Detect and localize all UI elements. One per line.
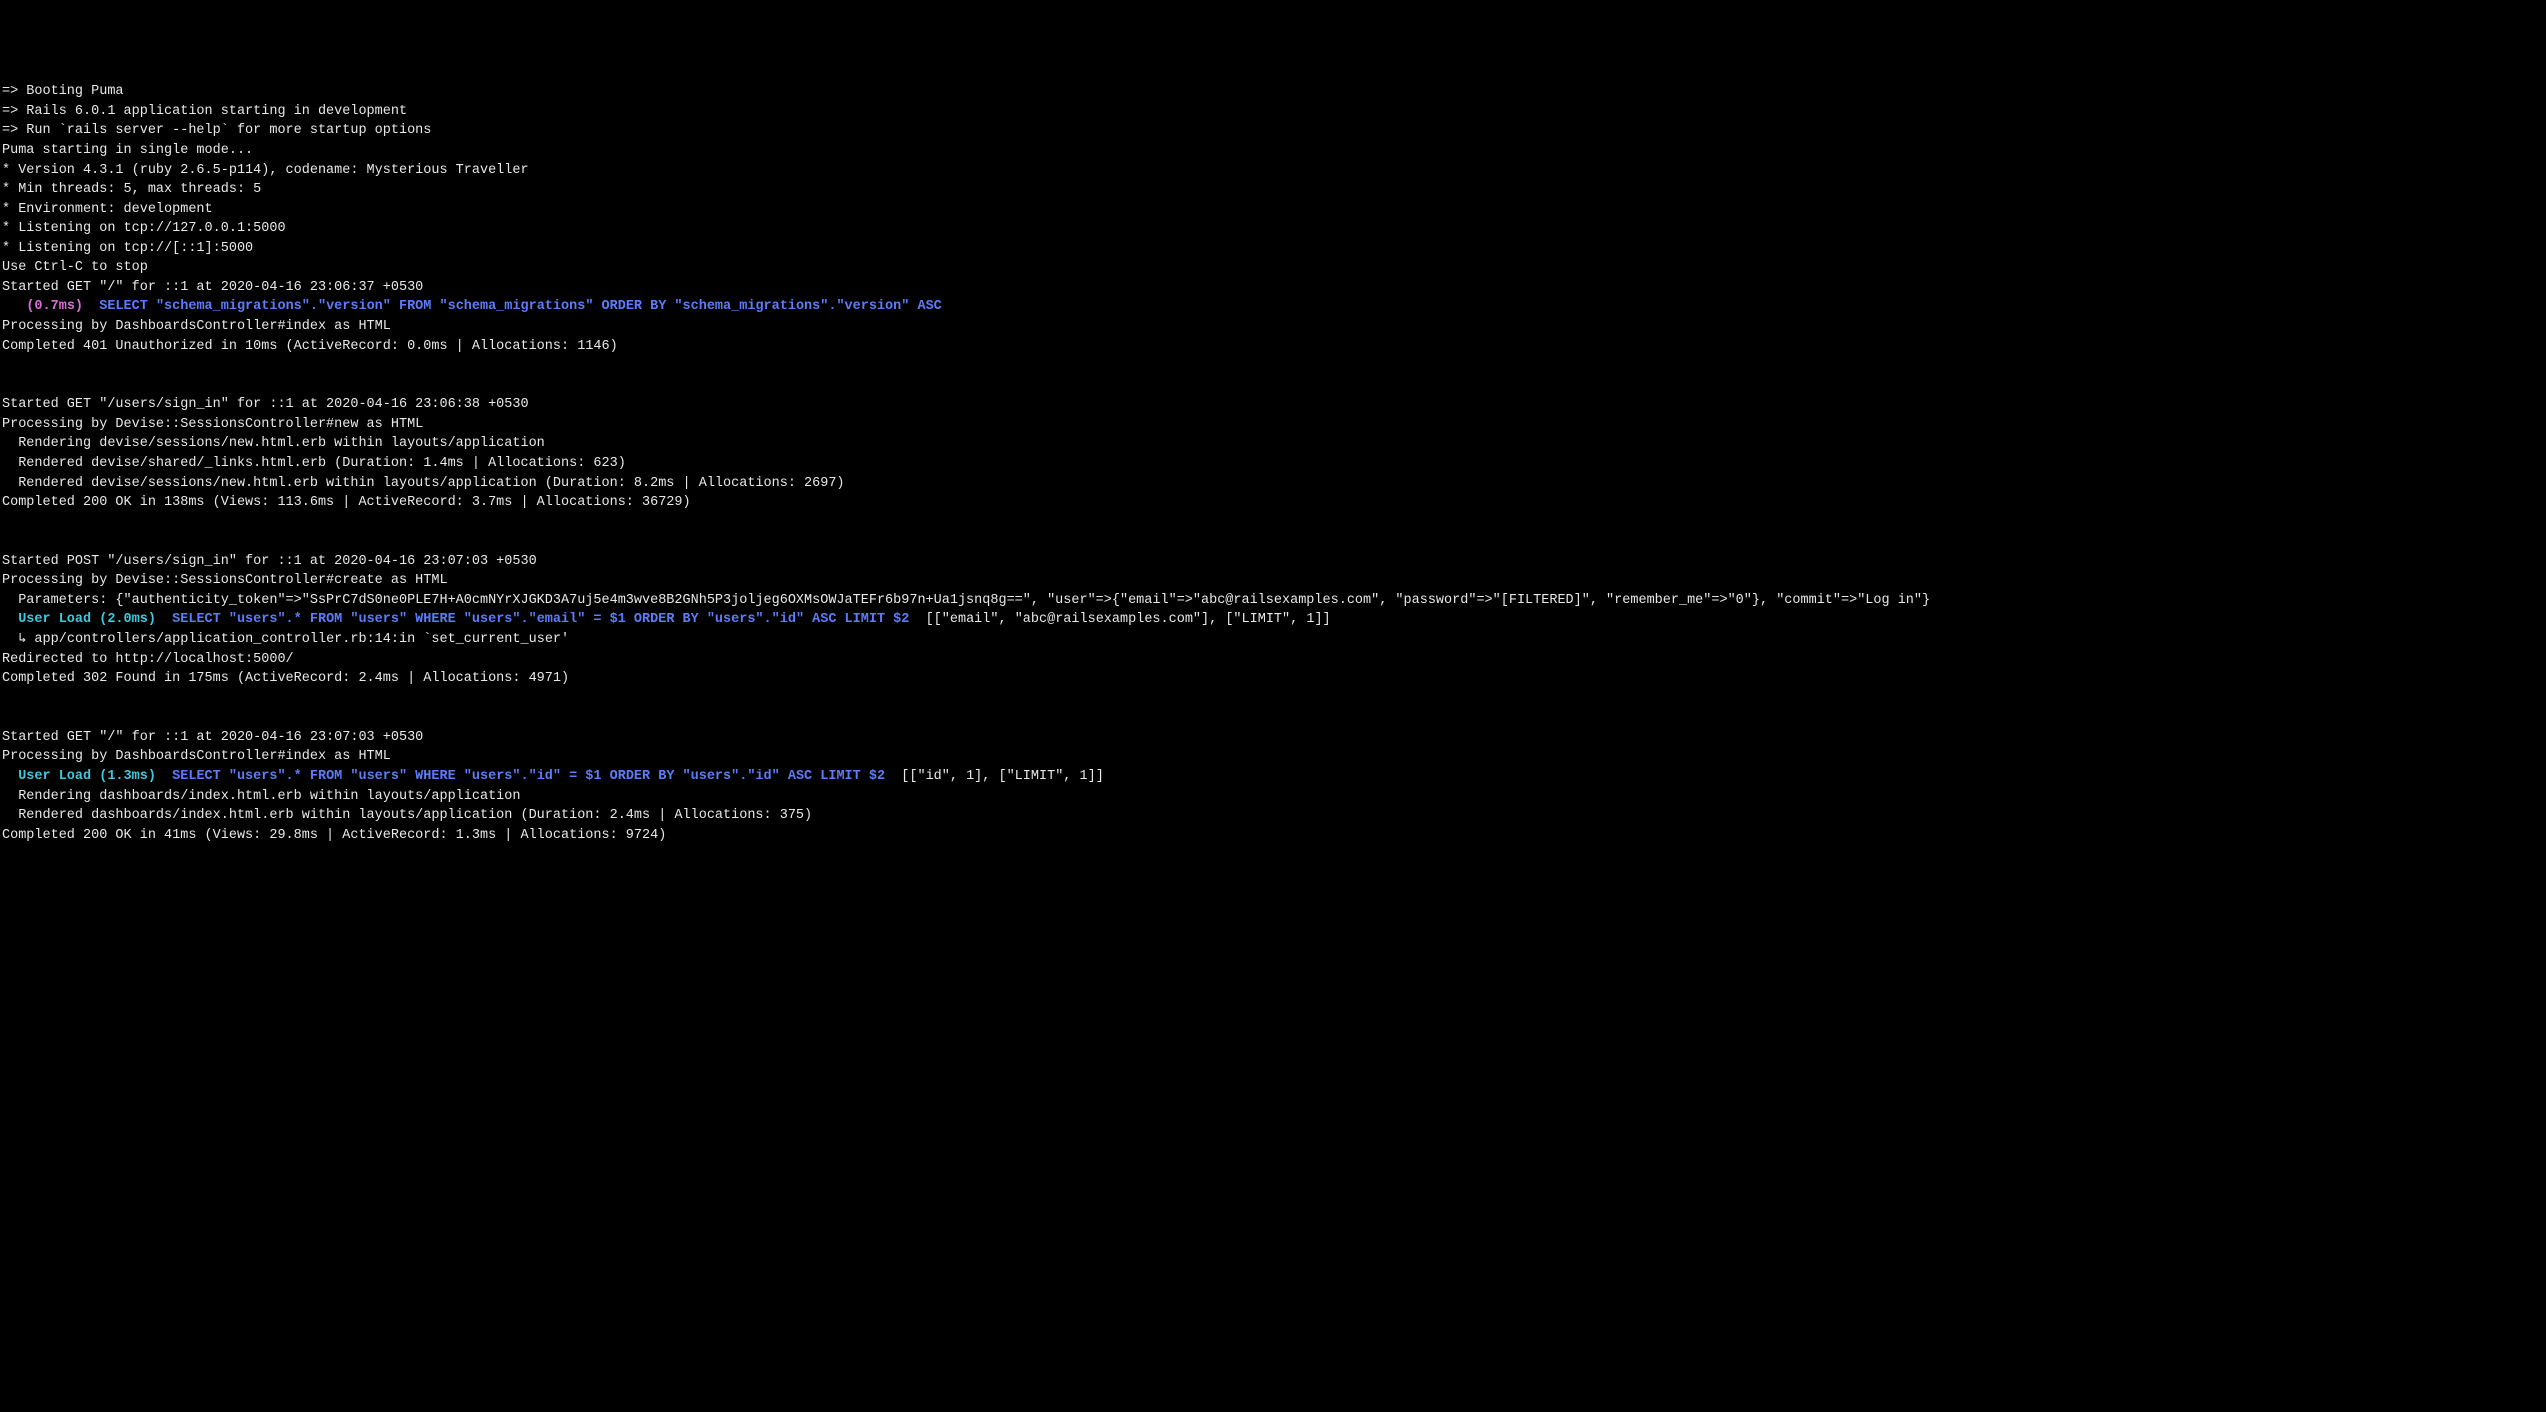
log-segment: Completed 200 OK in 138ms (Views: 113.6m…	[2, 495, 691, 510]
log-segment: * Environment: development	[2, 202, 213, 217]
log-segment: Rendering devise/sessions/new.html.erb w…	[2, 436, 545, 451]
log-segment: Started GET "/users/sign_in" for ::1 at …	[2, 397, 529, 412]
log-segment: Rendered dashboards/index.html.erb withi…	[2, 808, 812, 823]
log-segment	[156, 769, 172, 784]
log-segment: ↳ app/controllers/application_controller…	[2, 632, 569, 647]
log-segment: Rendered devise/shared/_links.html.erb (…	[2, 456, 626, 471]
log-line: Processing by DashboardsController#index…	[2, 317, 2544, 337]
log-line: * Min threads: 5, max threads: 5	[2, 180, 2544, 200]
log-segment: Started POST "/users/sign_in" for ::1 at…	[2, 554, 537, 569]
log-line: Parameters: {"authenticity_token"=>"SsPr…	[2, 591, 2544, 611]
log-segment: Completed 302 Found in 175ms (ActiveReco…	[2, 671, 569, 686]
log-line: User Load (2.0ms) SELECT "users".* FROM …	[2, 610, 2544, 630]
log-line	[2, 356, 2544, 376]
log-segment: [["id", 1], ["LIMIT", 1]]	[885, 769, 1104, 784]
log-line: Started GET "/users/sign_in" for ::1 at …	[2, 395, 2544, 415]
log-segment: * Min threads: 5, max threads: 5	[2, 182, 261, 197]
log-segment: SELECT "schema_migrations"."version" FRO…	[99, 299, 942, 314]
log-segment: Completed 401 Unauthorized in 10ms (Acti…	[2, 339, 618, 354]
log-line: Use Ctrl-C to stop	[2, 258, 2544, 278]
log-line: ↳ app/controllers/application_controller…	[2, 630, 2544, 650]
log-segment: User Load (1.3ms)	[18, 769, 156, 784]
log-line: Started GET "/" for ::1 at 2020-04-16 23…	[2, 728, 2544, 748]
log-line: Rendered devise/shared/_links.html.erb (…	[2, 454, 2544, 474]
log-segment: User Load (2.0ms)	[18, 612, 156, 627]
log-segment: Use Ctrl-C to stop	[2, 260, 148, 275]
log-line: Completed 401 Unauthorized in 10ms (Acti…	[2, 337, 2544, 357]
log-line	[2, 376, 2544, 396]
log-segment: (0.7ms)	[26, 299, 83, 314]
log-line: (0.7ms) SELECT "schema_migrations"."vers…	[2, 297, 2544, 317]
log-line: Completed 302 Found in 175ms (ActiveReco…	[2, 669, 2544, 689]
log-segment: Started GET "/" for ::1 at 2020-04-16 23…	[2, 280, 423, 295]
log-segment: Puma starting in single mode...	[2, 143, 253, 158]
log-line: => Booting Puma	[2, 82, 2544, 102]
log-segment: => Rails 6.0.1 application starting in d…	[2, 104, 407, 119]
log-line: => Run `rails server --help` for more st…	[2, 121, 2544, 141]
log-segment: * Version 4.3.1 (ruby 2.6.5-p114), coden…	[2, 163, 529, 178]
log-line	[2, 689, 2544, 709]
log-segment: Completed 200 OK in 41ms (Views: 29.8ms …	[2, 828, 666, 843]
log-line: * Listening on tcp://127.0.0.1:5000	[2, 219, 2544, 239]
log-segment: Rendered devise/sessions/new.html.erb wi…	[2, 476, 845, 491]
log-segment: Rendering dashboards/index.html.erb with…	[2, 789, 520, 804]
log-line: Started GET "/" for ::1 at 2020-04-16 23…	[2, 278, 2544, 298]
log-line	[2, 708, 2544, 728]
log-line: Redirected to http://localhost:5000/	[2, 650, 2544, 670]
log-segment	[2, 299, 26, 314]
log-line: Puma starting in single mode...	[2, 141, 2544, 161]
log-line: * Environment: development	[2, 200, 2544, 220]
log-segment: Processing by DashboardsController#index…	[2, 319, 391, 334]
log-line: Processing by DashboardsController#index…	[2, 747, 2544, 767]
log-line	[2, 532, 2544, 552]
log-segment: Redirected to http://localhost:5000/	[2, 652, 294, 667]
log-segment: => Run `rails server --help` for more st…	[2, 123, 431, 138]
log-segment: SELECT "users".* FROM "users" WHERE "use…	[172, 612, 909, 627]
log-line: Processing by Devise::SessionsController…	[2, 415, 2544, 435]
log-line: * Version 4.3.1 (ruby 2.6.5-p114), coden…	[2, 161, 2544, 181]
log-line: Completed 200 OK in 41ms (Views: 29.8ms …	[2, 826, 2544, 846]
log-segment	[2, 612, 18, 627]
log-segment: [["email", "abc@railsexamples.com"], ["L…	[909, 612, 1330, 627]
log-segment: Processing by DashboardsController#index…	[2, 749, 391, 764]
log-segment: SELECT "users".* FROM "users" WHERE "use…	[172, 769, 885, 784]
log-segment: * Listening on tcp://127.0.0.1:5000	[2, 221, 286, 236]
log-line: Started POST "/users/sign_in" for ::1 at…	[2, 552, 2544, 572]
log-line: Rendered devise/sessions/new.html.erb wi…	[2, 474, 2544, 494]
log-segment	[83, 299, 99, 314]
log-line: Rendered dashboards/index.html.erb withi…	[2, 806, 2544, 826]
log-line: User Load (1.3ms) SELECT "users".* FROM …	[2, 767, 2544, 787]
log-segment: Started GET "/" for ::1 at 2020-04-16 23…	[2, 730, 423, 745]
log-line: Completed 200 OK in 138ms (Views: 113.6m…	[2, 493, 2544, 513]
log-line: Rendering devise/sessions/new.html.erb w…	[2, 434, 2544, 454]
log-segment	[156, 612, 172, 627]
log-segment: => Booting Puma	[2, 84, 124, 99]
log-segment	[2, 769, 18, 784]
log-line: => Rails 6.0.1 application starting in d…	[2, 102, 2544, 122]
log-line: Processing by Devise::SessionsController…	[2, 571, 2544, 591]
log-line: Rendering dashboards/index.html.erb with…	[2, 787, 2544, 807]
log-segment: Processing by Devise::SessionsController…	[2, 573, 448, 588]
log-segment: * Listening on tcp://[::1]:5000	[2, 241, 253, 256]
log-segment: Processing by Devise::SessionsController…	[2, 417, 423, 432]
log-segment: Parameters: {"authenticity_token"=>"SsPr…	[2, 593, 1930, 608]
terminal-output: => Booting Puma => Rails 6.0.1 applicatio…	[2, 82, 2544, 845]
log-line	[2, 513, 2544, 533]
log-line: * Listening on tcp://[::1]:5000	[2, 239, 2544, 259]
